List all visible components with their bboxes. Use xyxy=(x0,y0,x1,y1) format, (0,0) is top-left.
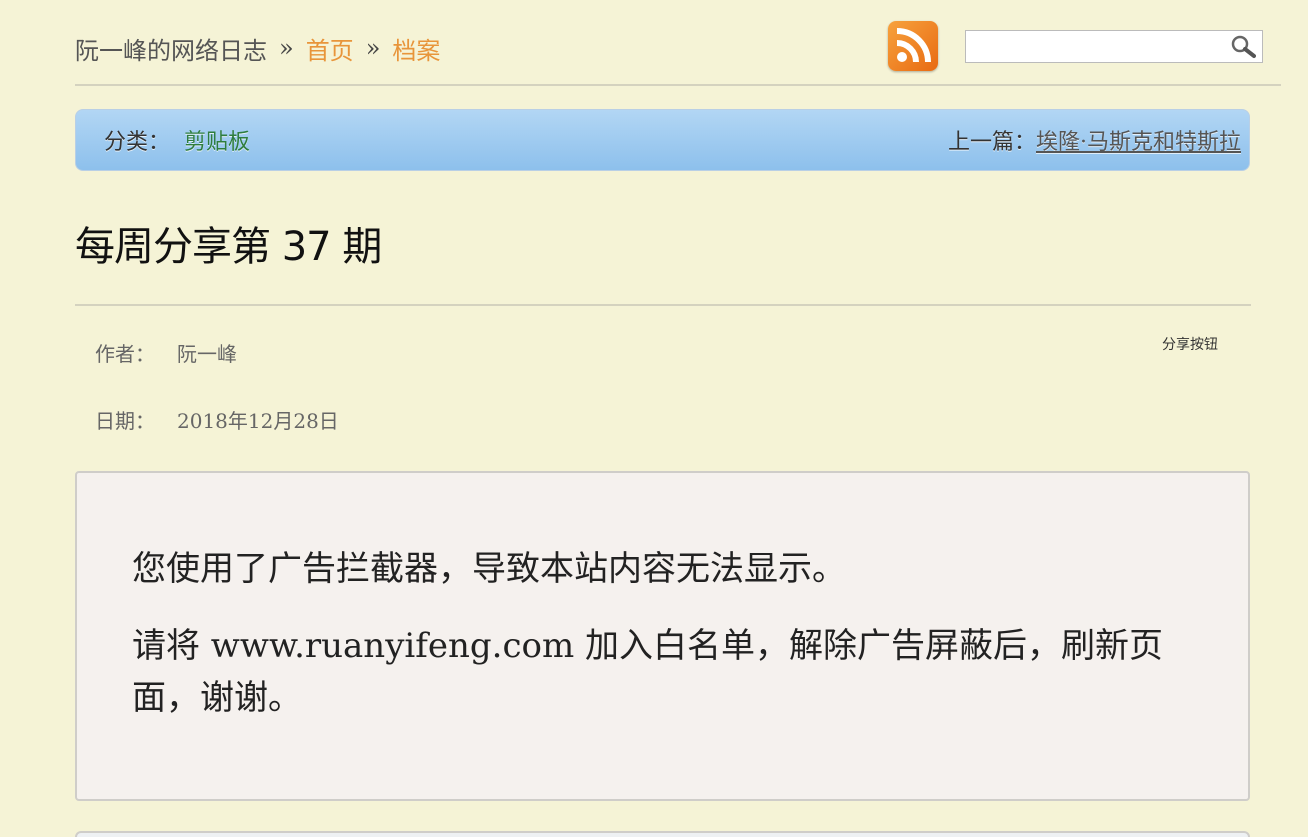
previous-post-link[interactable]: 埃隆·马斯克和特斯拉 xyxy=(1036,130,1241,155)
category-bar: 分类： 剪贴板 上一篇：埃隆·马斯克和特斯拉 xyxy=(75,109,1250,171)
breadcrumb-separator: » xyxy=(365,34,381,62)
author-line: 作者： 阮一峰 xyxy=(95,338,237,367)
site-name[interactable]: 阮一峰的网络日志 xyxy=(75,31,267,66)
rss-feed-icon[interactable] xyxy=(888,21,938,71)
previous-post-label: 上一篇： xyxy=(947,130,1036,155)
notice-line-2: 请将 www.ruanyifeng.com 加入白名单，解除广告屏蔽后，刷新页面… xyxy=(132,625,1164,719)
share-button[interactable]: 分享按钮 xyxy=(1162,334,1218,354)
date-line: 日期： 2018年12月28日 xyxy=(95,405,339,434)
author-label: 作者： xyxy=(95,342,155,366)
previous-post: 上一篇：埃隆·马斯克和特斯拉 xyxy=(948,124,1241,156)
title-divider xyxy=(75,304,1251,306)
category-info: 分类： 剪贴板 xyxy=(104,124,250,156)
date-label: 日期： xyxy=(95,409,155,433)
notice-line-1: 您使用了广告拦截器，导致本站内容无法显示。 xyxy=(132,549,846,589)
magnifier-search-icon[interactable] xyxy=(1230,35,1256,59)
archive-link[interactable]: 档案 xyxy=(392,31,440,66)
adblock-notice: 您使用了广告拦截器，导致本站内容无法显示。 请将 www.ruanyifeng.… xyxy=(75,471,1250,801)
home-link[interactable]: 首页 xyxy=(306,31,354,66)
author-name: 阮一峰 xyxy=(177,342,237,366)
page: 阮一峰的网络日志 » 首页 » 档案 分类： 剪贴板 上一篇：埃隆·马斯克和特斯拉… xyxy=(0,0,1308,837)
header-divider xyxy=(75,84,1281,86)
category-label: 分类： xyxy=(104,130,171,155)
category-link[interactable]: 剪贴板 xyxy=(184,130,250,155)
date-value: 2018年12月28日 xyxy=(177,409,339,433)
search-box xyxy=(965,30,1263,63)
next-content-box xyxy=(75,831,1250,837)
page-title: 每周分享第 37 期 xyxy=(75,224,382,270)
breadcrumb: 阮一峰的网络日志 » 首页 » 档案 xyxy=(75,28,440,68)
breadcrumb-separator: » xyxy=(279,34,294,62)
search-input[interactable] xyxy=(966,31,1232,61)
